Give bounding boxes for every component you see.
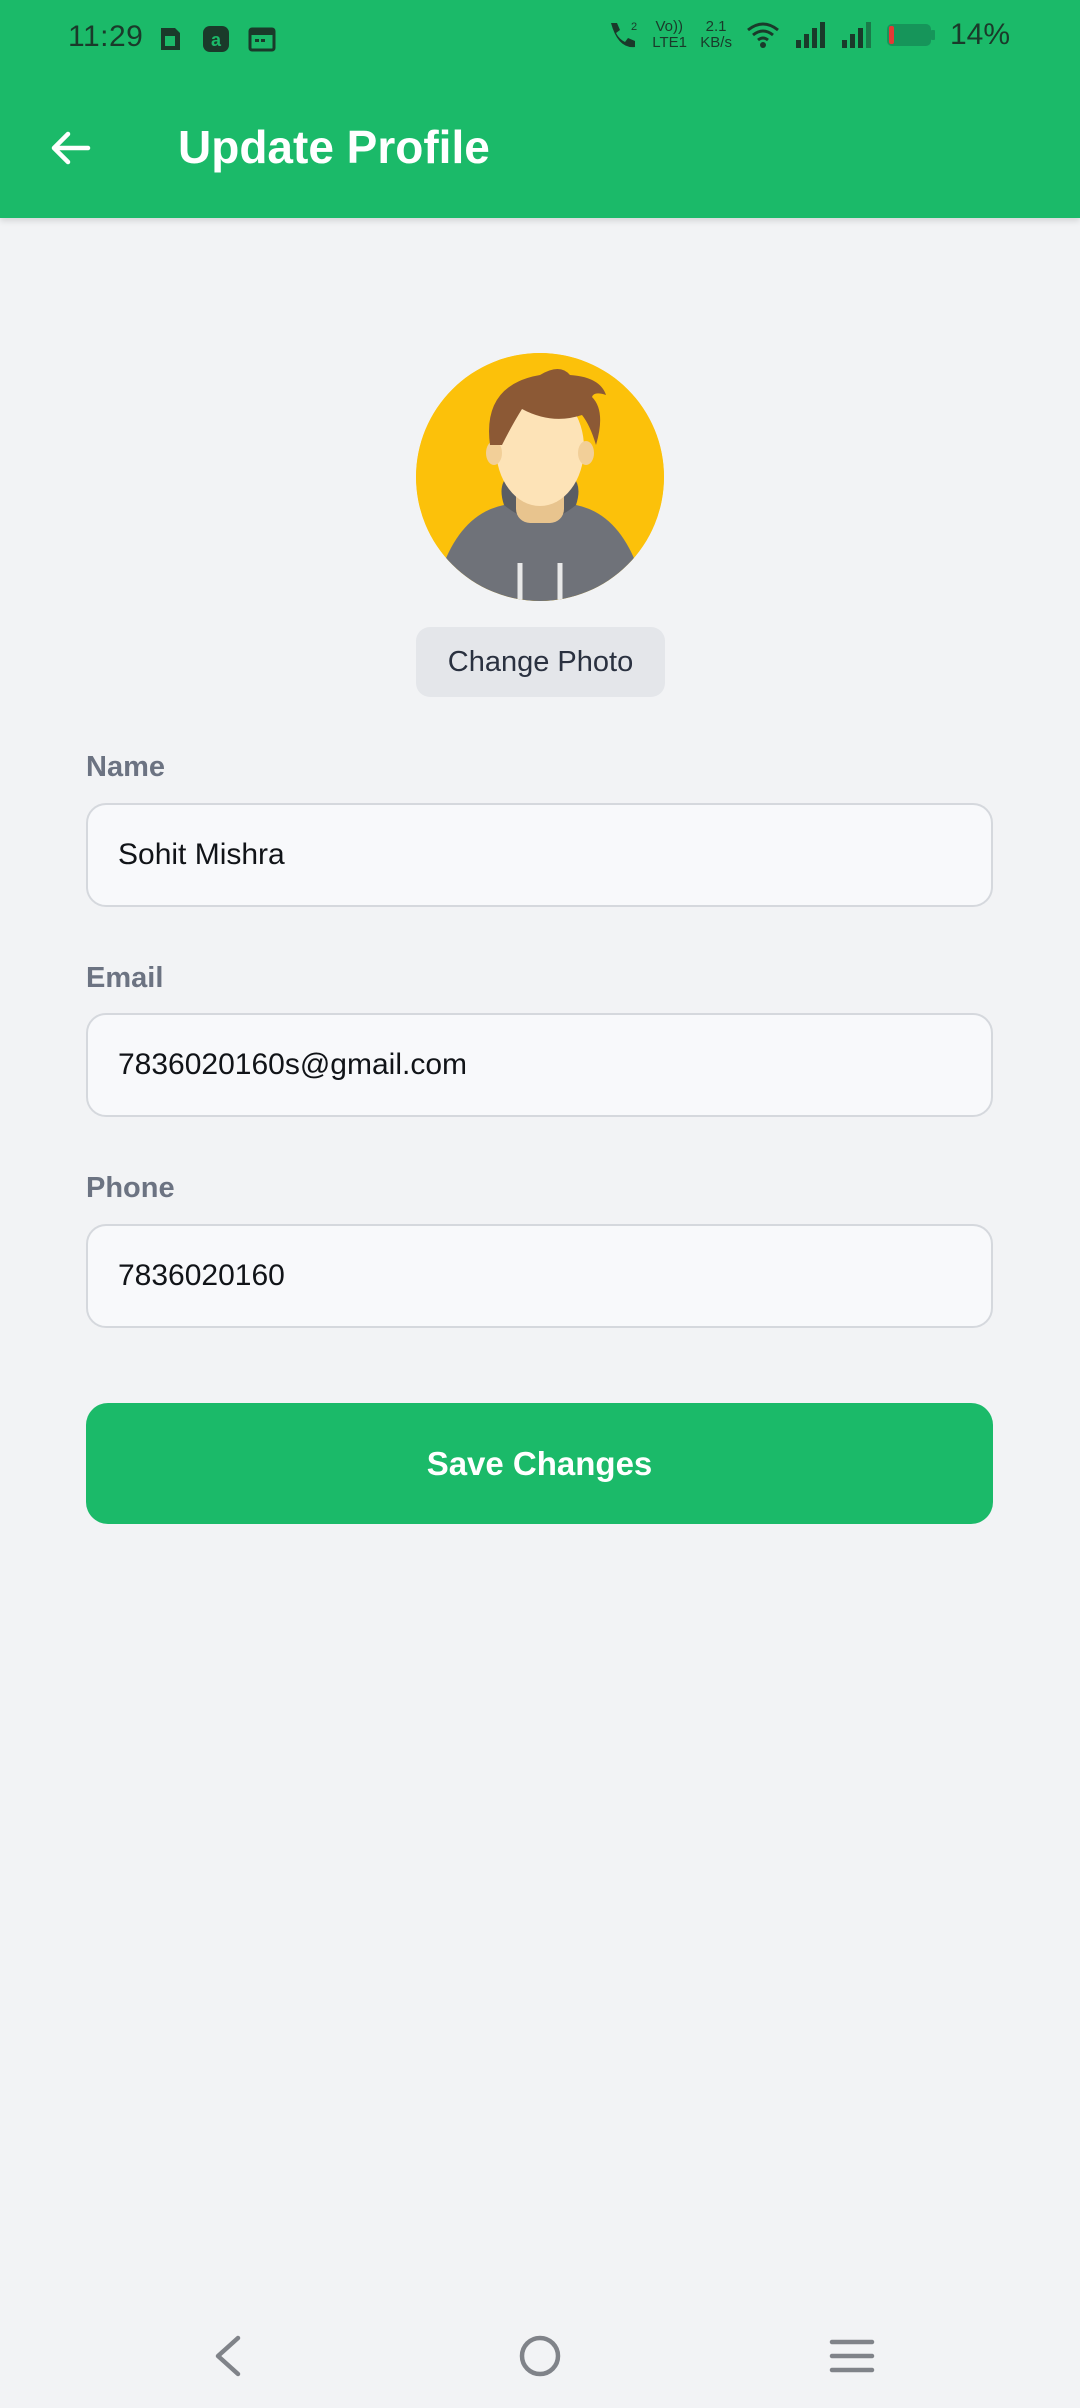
menu-icon [829, 2339, 875, 2373]
change-photo-button[interactable]: Change Photo [416, 627, 665, 697]
signal-icon [795, 22, 825, 48]
battery-icon [886, 24, 935, 46]
battery-percent: 14% [949, 18, 1010, 51]
wifi-icon [747, 22, 779, 48]
svg-text:a: a [211, 30, 222, 50]
phone-label: Phone [86, 1172, 175, 1204]
volte-indicator: Vo)) LTE1 [652, 18, 688, 51]
app-header: 11:29 a 2 Vo)) LTE1 2.1 KB/s 14% Update … [0, 0, 1080, 218]
signal-icon [841, 22, 871, 48]
name-label: Name [86, 751, 165, 783]
back-button[interactable] [40, 118, 100, 178]
save-changes-button[interactable]: Save Changes [86, 1403, 993, 1524]
app-bar: Update Profile [0, 80, 1080, 218]
back-icon [215, 2335, 241, 2377]
calendar-icon [248, 27, 276, 52]
page-title: Update Profile [178, 121, 490, 173]
a-app-icon: a [203, 26, 229, 52]
avatar [416, 353, 664, 601]
name-field[interactable]: Sohit Mishra [86, 803, 993, 907]
status-bar: 11:29 a 2 Vo)) LTE1 2.1 KB/s 14% [0, 0, 1080, 80]
net-speed: 2.1 KB/s [700, 18, 732, 51]
call-icon: 2 [611, 21, 637, 48]
nav-home-button[interactable] [510, 2326, 570, 2386]
arrow-left-icon [51, 131, 91, 165]
svg-text:2: 2 [631, 21, 637, 33]
email-field[interactable]: 7836020160s@gmail.com [86, 1013, 993, 1117]
home-icon [519, 2335, 561, 2377]
nav-back-button[interactable] [198, 2326, 258, 2386]
sim-card-icon [161, 28, 180, 50]
system-nav-bar [0, 2300, 1080, 2408]
nav-menu-button[interactable] [822, 2326, 882, 2386]
email-label: Email [86, 962, 164, 994]
phone-field[interactable]: 7836020160 [86, 1224, 993, 1328]
status-time: 11:29 [68, 20, 144, 53]
